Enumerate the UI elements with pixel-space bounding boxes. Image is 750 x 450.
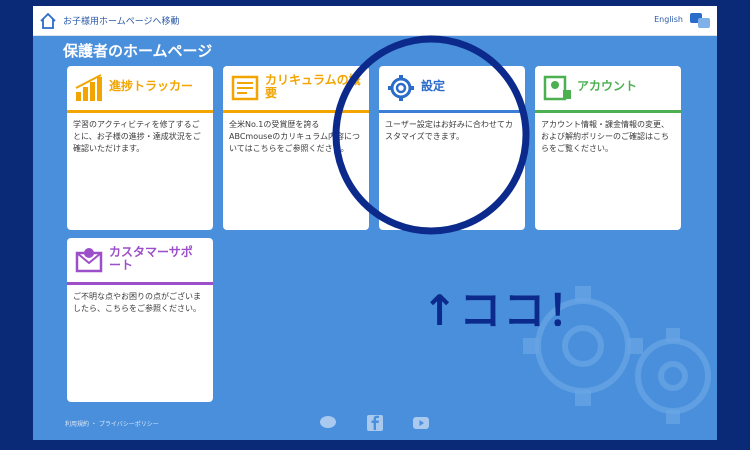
page-title: 保護者のホームページ <box>63 42 213 60</box>
card-header: アカウント <box>535 66 681 110</box>
card-description: アカウント情報・課金情報の変更、および解約ポリシーのご確認はこちらをご覧ください… <box>541 120 669 153</box>
footer-links[interactable]: 利用規約 ・ プライバシーポリシー <box>65 419 159 428</box>
card-title: カスタマーサポート <box>109 245 193 272</box>
child-homepage-link[interactable]: お子様用ホームページへ移動 <box>63 14 180 27</box>
card-divider <box>67 282 213 285</box>
card-title: 設定 <box>421 79 446 93</box>
gear-icon <box>388 75 414 101</box>
home-icon[interactable] <box>39 12 57 30</box>
card-header: 設定 <box>379 66 525 110</box>
card-divider <box>223 110 369 113</box>
card-divider <box>67 110 213 113</box>
card-curriculum[interactable]: カリキュラムの概要 全米No.1の受賞歴を誇るABCmouseのカリキュラム内容… <box>223 66 369 230</box>
language-icon[interactable] <box>689 11 711 31</box>
card-description: 全米No.1の受賞歴を誇るABCmouseのカリキュラム内容についてはこちらをご… <box>229 120 361 153</box>
card-header: 進捗トラッカー <box>67 66 213 110</box>
account-icon <box>543 75 571 101</box>
facebook-icon[interactable] <box>366 414 384 432</box>
card-account[interactable]: アカウント アカウント情報・課金情報の変更、および解約ポリシーのご確認はこちらを… <box>535 66 681 230</box>
card-title: アカウント <box>577 79 638 93</box>
annotation-text: ↑ココ！ <box>422 286 592 335</box>
youtube-icon[interactable] <box>412 414 430 432</box>
footer: 利用規約 ・ プライバシーポリシー <box>33 406 717 440</box>
card-description: 学習のアクティビティを修了するごとに、お子様の進捗・達成状況をご確認いただけます… <box>73 120 201 153</box>
card-divider <box>535 110 681 113</box>
top-bar: お子様用ホームページへ移動 English <box>33 6 717 36</box>
card-header: カスタマーサポート <box>67 238 213 282</box>
line-icon[interactable] <box>319 414 337 432</box>
bar-chart-icon <box>75 74 102 101</box>
app-screen: お子様用ホームページへ移動 English 保護者のホームページ 進捗トラッカー… <box>33 6 717 440</box>
card-customer-support[interactable]: カスタマーサポート ご不明な点やお困りの点がございましたら、こちらをご参照くださ… <box>67 238 213 402</box>
card-title: カリキュラムの概要 <box>265 73 361 100</box>
language-switch[interactable]: English <box>654 15 683 24</box>
card-header: カリキュラムの概要 <box>223 66 369 110</box>
card-progress-tracker[interactable]: 進捗トラッカー 学習のアクティビティを修了するごとに、お子様の進捗・達成状況をご… <box>67 66 213 230</box>
card-description: ご不明な点やお困りの点がございましたら、こちらをご参照ください。 <box>73 292 201 313</box>
card-description: ユーザー設定はお好みに合わせてカスタマイズできます。 <box>385 120 513 141</box>
card-settings[interactable]: 設定 ユーザー設定はお好みに合わせてカスタマイズできます。 <box>379 66 525 230</box>
mail-icon <box>75 248 103 273</box>
card-divider <box>379 110 525 113</box>
document-icon <box>231 75 259 101</box>
card-title: 進捗トラッカー <box>109 79 194 93</box>
